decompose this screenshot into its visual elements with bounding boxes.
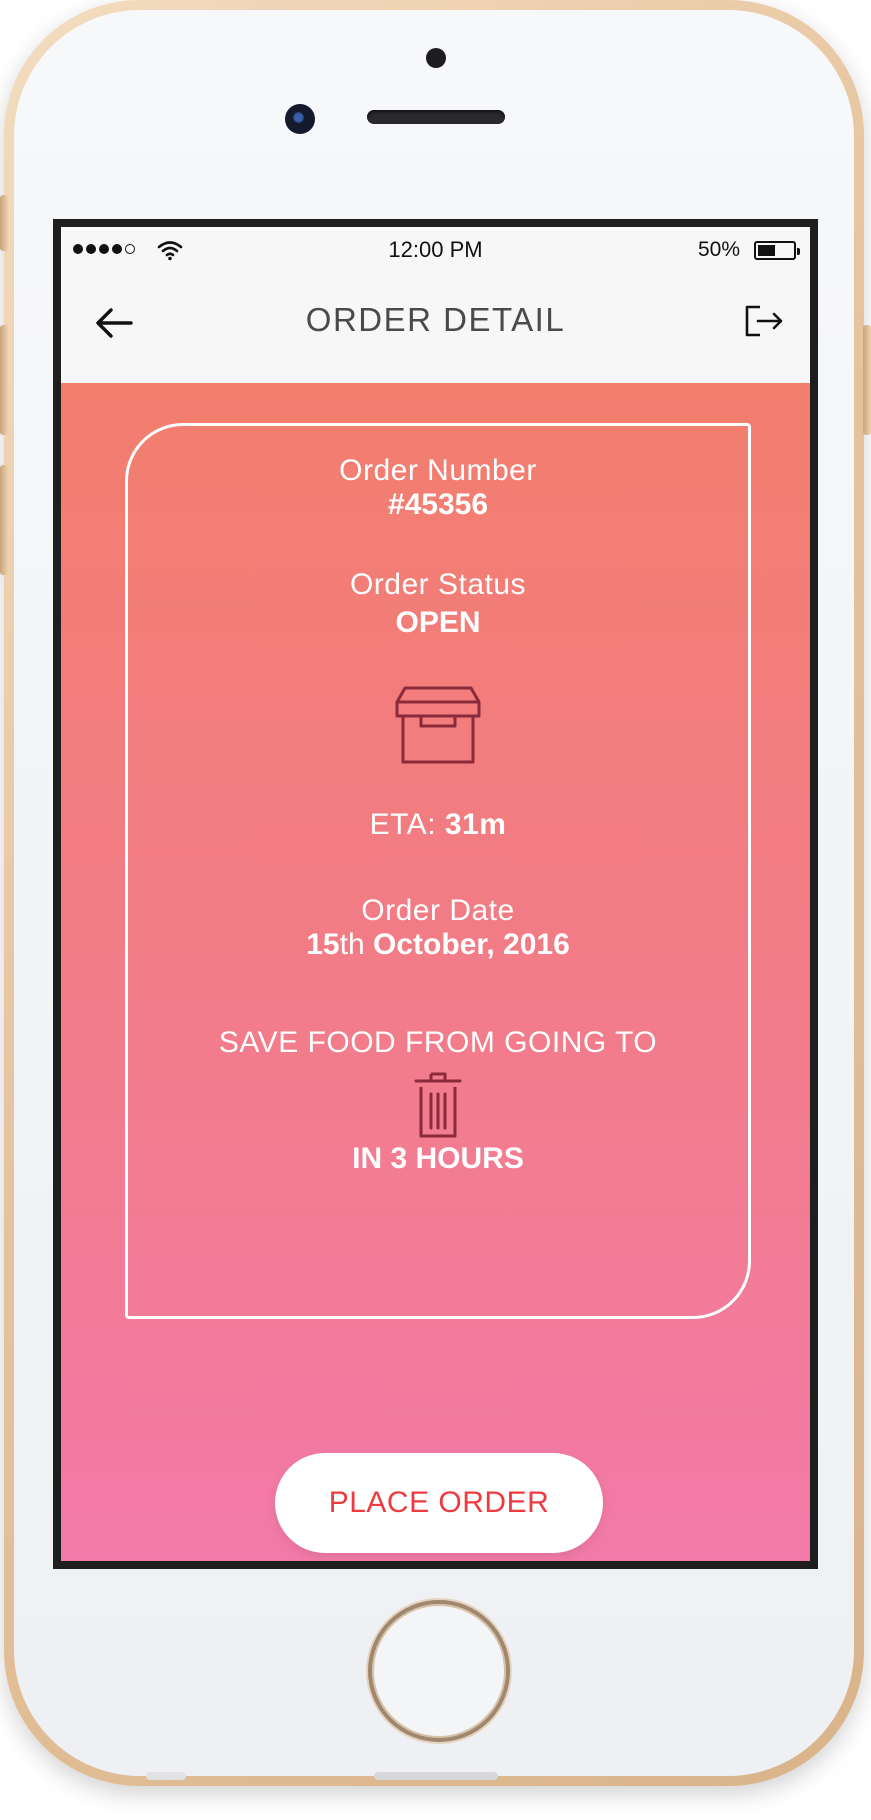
save-food-text: SAVE FOOD FROM GOING TO	[218, 1026, 658, 1059]
volume-up-button	[0, 325, 8, 435]
mute-switch	[0, 195, 8, 251]
order-status-value: OPEN	[395, 606, 481, 639]
power-button	[863, 325, 871, 435]
eta-label: ETA:	[369, 808, 437, 841]
order-date-label: Order Date	[361, 894, 515, 927]
status-bar: 12:00 PM 50%	[61, 227, 810, 275]
logout-button[interactable]	[736, 293, 792, 349]
bottom-detail	[146, 1772, 186, 1780]
battery-percent: 50%	[697, 238, 740, 261]
earpiece-speaker	[367, 110, 505, 124]
eta-value: 31m	[444, 808, 507, 841]
order-number-value: #45356	[387, 488, 489, 521]
screen: 12:00 PM 50% ORDER DETAIL Order Number #…	[53, 219, 818, 1569]
app-display: 12:00 PM 50% ORDER DETAIL Order Number #…	[61, 227, 810, 1561]
order-number-label: Order Number	[339, 454, 537, 487]
volume-down-button	[0, 465, 8, 575]
navigation-bar: ORDER DETAIL	[61, 275, 810, 383]
front-camera	[285, 104, 315, 134]
order-date-value: 15th October, 2016	[128, 928, 748, 962]
order-status-label: Order Status	[349, 568, 527, 601]
order-date-suffix: th	[339, 928, 365, 961]
order-date-rest: October, 2016	[372, 928, 570, 961]
eta-line: ETA: 31m	[128, 808, 748, 842]
order-content: Order Number #45356 Order Status OPEN ET…	[61, 383, 810, 1561]
save-food-deadline: IN 3 HOURS	[352, 1142, 524, 1175]
trash-can-icon	[414, 1072, 462, 1138]
battery-icon	[754, 241, 800, 260]
order-date-day: 15	[306, 928, 340, 961]
order-detail-card: Order Number #45356 Order Status OPEN ET…	[125, 423, 751, 1319]
lightning-port	[374, 1772, 498, 1780]
archive-box-icon	[395, 686, 481, 764]
place-order-button[interactable]: PLACE ORDER	[275, 1453, 603, 1553]
page-title: ORDER DETAIL	[305, 301, 566, 338]
proximity-sensor	[426, 48, 446, 68]
logout-icon	[745, 305, 783, 337]
home-button[interactable]	[368, 1600, 510, 1742]
